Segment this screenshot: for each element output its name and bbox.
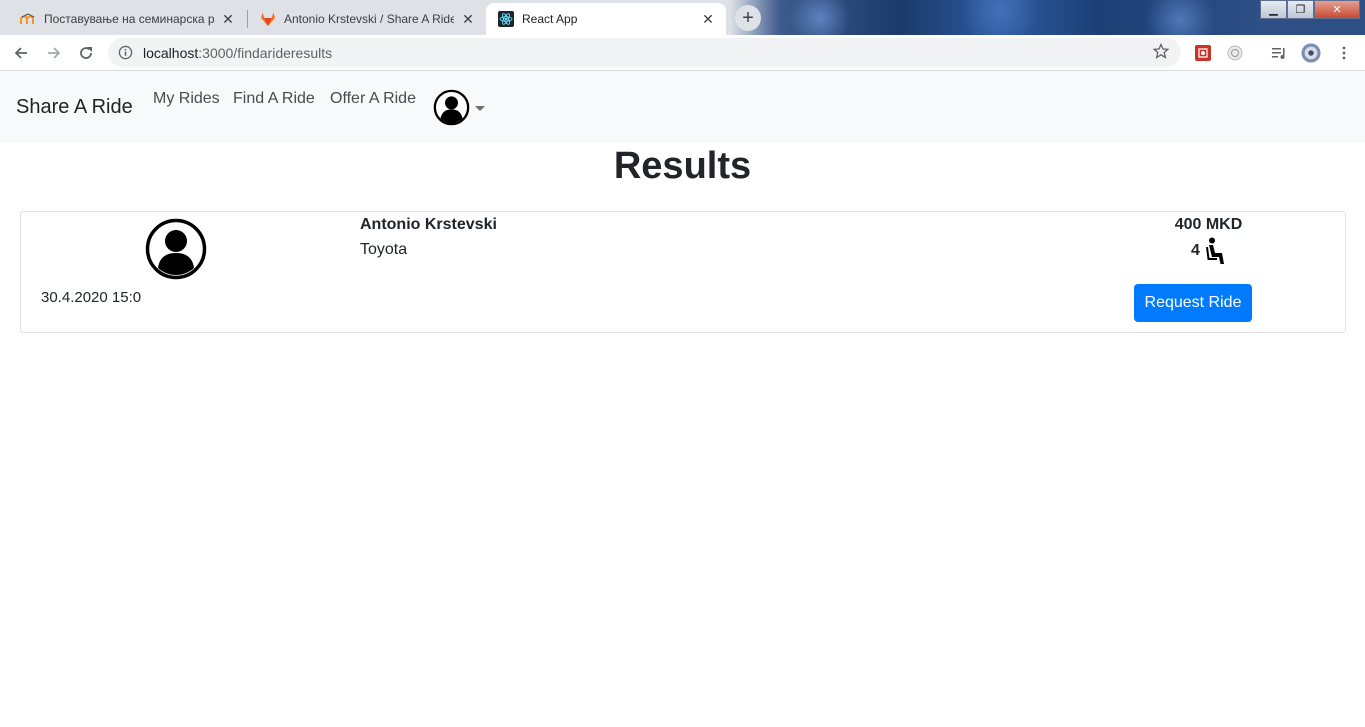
driver-avatar-icon — [145, 218, 207, 280]
gitlab-icon — [260, 11, 276, 27]
browser-toolbar: localhost:3000/findarideresults — [0, 35, 1365, 71]
nav-link-my-rides[interactable]: My Rides — [153, 90, 220, 108]
new-tab-button[interactable]: + — [735, 5, 761, 31]
url-text[interactable]: localhost:3000/findarideresults — [143, 45, 332, 61]
nav-link-offer-a-ride[interactable]: Offer A Ride — [330, 90, 416, 108]
tab-title: Поставување на семинарска ра — [44, 12, 214, 26]
url-host: localhost — [143, 45, 199, 61]
available-seats: 4 — [1191, 237, 1227, 265]
browser-menu-icon[interactable] — [1334, 43, 1354, 63]
nav-link-find-a-ride[interactable]: Find A Ride — [233, 90, 315, 108]
close-tab-icon[interactable]: ✕ — [700, 11, 716, 27]
tab-title: Antonio Krstevski / Share A Ride — [284, 12, 454, 26]
info-icon[interactable] — [118, 45, 133, 60]
close-window-icon[interactable]: ✕ — [1314, 0, 1360, 19]
maximize-window-icon[interactable]: ❐ — [1287, 0, 1314, 19]
browser-tab-gitlab[interactable]: Antonio Krstevski / Share A Ride ✕ — [248, 3, 486, 35]
bookmark-star-icon[interactable] — [1152, 42, 1171, 61]
url-path: :3000/findarideresults — [198, 45, 333, 61]
minimize-window-icon[interactable]: ▁ — [1260, 0, 1287, 19]
chevron-down-icon — [475, 106, 485, 111]
media-queue-icon[interactable] — [1269, 43, 1289, 63]
user-menu-dropdown[interactable] — [433, 89, 485, 126]
brand-link[interactable]: Share A Ride — [16, 96, 133, 119]
close-tab-icon[interactable]: ✕ — [460, 11, 476, 27]
moodle-icon — [20, 11, 36, 27]
close-tab-icon[interactable]: ✕ — [220, 11, 236, 27]
react-icon — [498, 11, 514, 27]
request-ride-button[interactable]: Request Ride — [1134, 284, 1252, 322]
extension-clock-icon[interactable] — [1225, 43, 1245, 63]
browser-tab-react-app[interactable]: React App ✕ — [486, 3, 726, 35]
extension-red-icon[interactable] — [1193, 43, 1213, 63]
tab-title: React App — [522, 12, 578, 26]
user-avatar-icon — [433, 89, 470, 126]
browser-tabstrip: Поставување на семинарска ра ✕ Antonio K… — [0, 0, 1365, 35]
ride-price: 400 MKD — [1174, 216, 1243, 233]
car-model: Toyota — [360, 241, 408, 258]
seats-count: 4 — [1191, 242, 1200, 259]
ride-result-card: 30.4.2020 15:0 Antonio Krstevski Toyota … — [20, 211, 1346, 333]
back-arrow-icon[interactable] — [9, 41, 33, 65]
forward-arrow-icon[interactable] — [42, 41, 66, 65]
page-title: Results — [613, 145, 752, 187]
window-controls: ▁ ❐ ✕ — [1260, 0, 1360, 19]
profile-avatar-icon[interactable] — [1301, 43, 1321, 63]
ride-date: 30.4.2020 15:0 — [41, 289, 142, 306]
driver-name: Antonio Krstevski — [360, 216, 497, 233]
browser-tab-moodle[interactable]: Поставување на семинарска ра ✕ — [8, 3, 246, 35]
reload-icon[interactable] — [74, 41, 98, 65]
address-bar[interactable]: localhost:3000/findarideresults — [108, 38, 1181, 67]
desktop-wallpaper — [760, 0, 1260, 35]
app-navbar: Share A Ride My Rides Find A Ride Offer … — [0, 71, 1365, 143]
seat-icon — [1205, 237, 1224, 264]
